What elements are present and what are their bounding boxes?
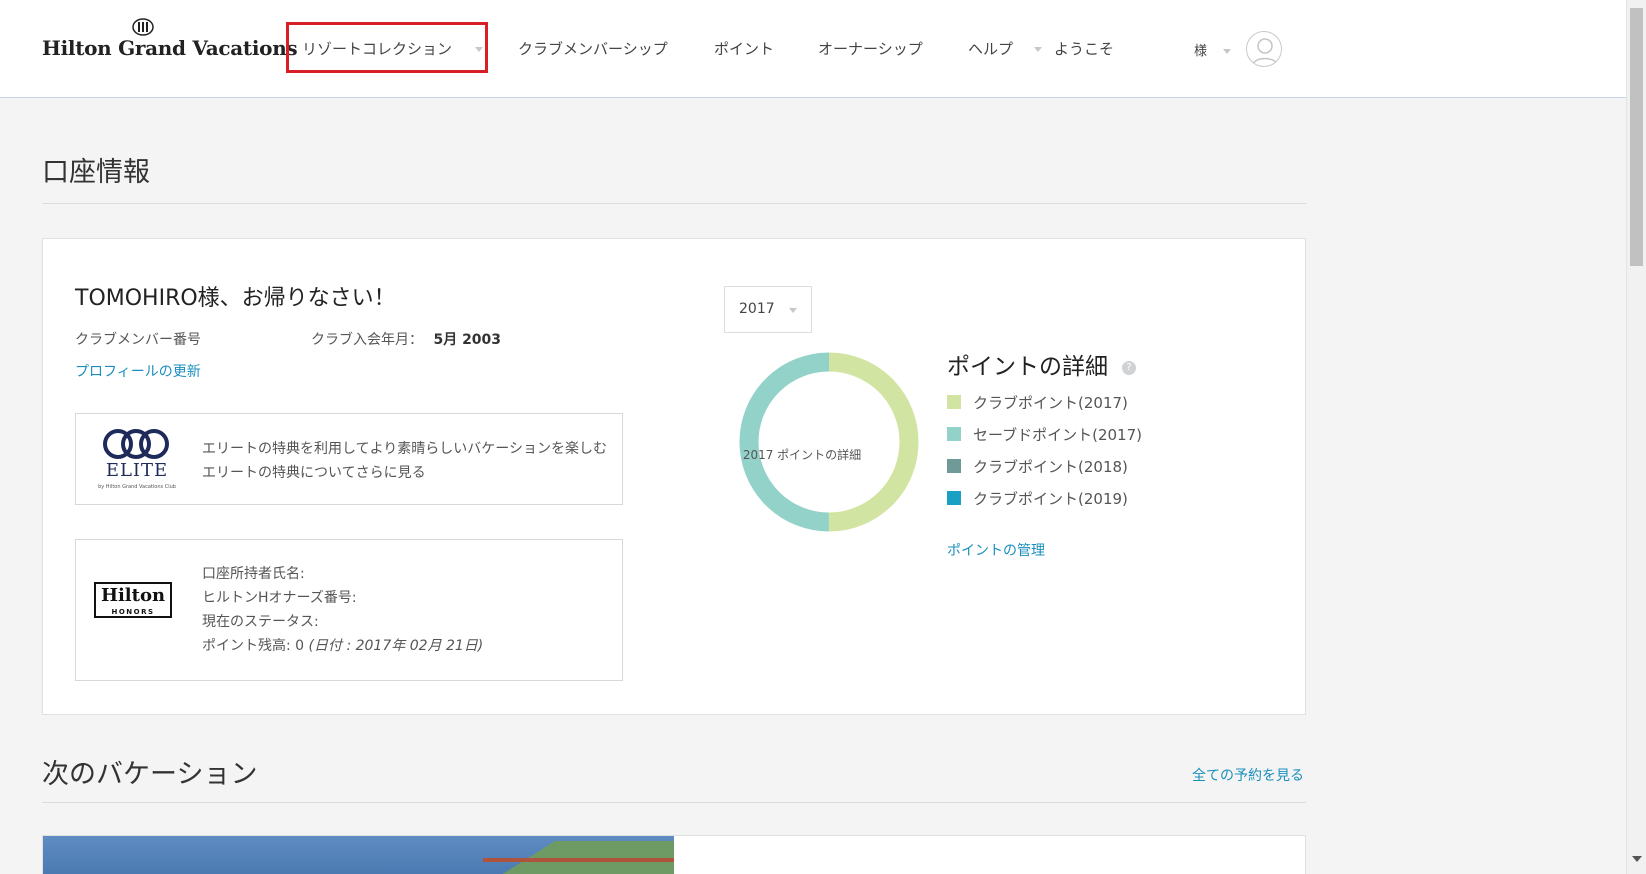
- manage-points-link[interactable]: ポイントの管理: [947, 540, 1045, 560]
- year-select-value: 2017: [739, 301, 775, 317]
- chevron-down-icon: [1033, 47, 1042, 52]
- nav-label: ヘルプ: [968, 40, 1014, 58]
- nav-ownership[interactable]: オーナーシップ: [818, 38, 923, 59]
- holder-name-label: 口座所持者氏名:: [202, 566, 305, 582]
- page-scrollbar[interactable]: [1626, 0, 1646, 874]
- donut-center-label: 2017 ポイントの詳細: [742, 448, 862, 462]
- user-suffix: 様: [1194, 44, 1208, 59]
- nav-resort-collection[interactable]: リゾートコレクション: [302, 38, 483, 59]
- chevron-down-icon: [1223, 49, 1232, 54]
- points-balance: ポイント残高: 0 (日付 : 2017年 02月 21日): [202, 634, 483, 658]
- page-title: 口座情報: [42, 157, 150, 188]
- join-date: クラブ入会年月： 5月 2003: [311, 329, 501, 349]
- elite-description: エリートの特典を利用してより素晴らしいバケーションを楽しむ: [202, 441, 608, 457]
- join-date-value: 5月 2003: [433, 332, 502, 348]
- scroll-down-arrow-icon[interactable]: [1632, 856, 1642, 862]
- status-label: 現在のステータス:: [202, 614, 319, 630]
- elite-emblem-icon: [103, 429, 169, 459]
- member-number-label: クラブメンバー番号: [75, 332, 201, 348]
- logo-text: Hilton Grand Vacations: [42, 36, 298, 60]
- elite-logo-sub: by Hilton Grand Vacations Club: [98, 484, 176, 490]
- legend-swatch: [947, 427, 961, 441]
- greeting-text: TOMOHIRO様、お帰りなさい！: [75, 286, 396, 311]
- elite-logo: ELITE by Hilton Grand Vacations Club: [92, 426, 182, 496]
- points-details-title: ポイントの詳細?: [947, 347, 1136, 381]
- nav-club-membership[interactable]: クラブメンバーシップ: [518, 38, 668, 59]
- vacation-card[interactable]: [42, 835, 1306, 874]
- resort-roof-edge: [483, 858, 674, 862]
- points-donut-chart[interactable]: [731, 344, 927, 540]
- welcome-user-menu[interactable]: ようこそ: [1054, 38, 1114, 59]
- join-date-label: クラブ入会年月：: [311, 332, 423, 348]
- user-suffix-menu[interactable]: 様: [1194, 40, 1232, 59]
- nav-label: オーナーシップ: [818, 40, 923, 58]
- honors-logo-sub: HONORS: [111, 608, 155, 616]
- legend-label: クラブポイント(2019): [973, 490, 1128, 508]
- help-icon[interactable]: ?: [1122, 360, 1136, 375]
- update-profile-link[interactable]: プロフィールの更新: [75, 361, 201, 381]
- user-avatar-icon[interactable]: [1246, 31, 1282, 67]
- legend-item: クラブポイント(2018): [947, 456, 1128, 477]
- hilton-grand-vacations-logo[interactable]: Hilton Grand Vacations: [42, 18, 298, 62]
- vacation-divider: [42, 802, 1306, 803]
- next-vacation-title: 次のバケーション: [42, 759, 258, 790]
- resort-image: [43, 836, 674, 874]
- honors-logo-text: Hilton: [100, 585, 166, 606]
- year-select[interactable]: 2017: [724, 286, 812, 333]
- legend-label: クラブポイント(2017): [973, 394, 1128, 412]
- legend-swatch: [947, 459, 961, 473]
- balance-date: (日付 : 2017年 02月 21日): [308, 638, 484, 654]
- elite-logo-text: ELITE: [105, 460, 169, 481]
- nav-label: リゾートコレクション: [302, 40, 453, 58]
- legend-swatch: [947, 491, 961, 505]
- points-title-text: ポイントの詳細: [947, 354, 1108, 380]
- legend-label: クラブポイント(2018): [973, 458, 1128, 476]
- nav-points[interactable]: ポイント: [714, 38, 774, 59]
- person-icon: [1251, 38, 1279, 66]
- title-divider: [42, 203, 1306, 204]
- chevron-down-icon: [474, 47, 483, 52]
- hilton-emblem-icon: [132, 18, 154, 36]
- chevron-down-icon: [789, 308, 797, 313]
- account-card: TOMOHIRO様、お帰りなさい！ クラブメンバー番号 クラブ入会年月： 5月 …: [42, 238, 1306, 715]
- legend-swatch: [947, 395, 961, 409]
- elite-benefits-link[interactable]: エリートの特典についてさらに見る: [202, 461, 426, 485]
- hilton-honors-logo: Hilton HONORS: [94, 582, 172, 618]
- nav-label: ポイント: [714, 40, 775, 58]
- legend-item: クラブポイント(2019): [947, 488, 1128, 509]
- welcome-label: ようこそ: [1054, 40, 1115, 58]
- nav-label: クラブメンバーシップ: [518, 40, 668, 58]
- scrollbar-thumb[interactable]: [1630, 8, 1643, 266]
- legend-item: セーブドポイント(2017): [947, 424, 1142, 445]
- site-header: Hilton Grand Vacations リゾートコレクション クラブメンバ…: [0, 0, 1626, 98]
- nav-help[interactable]: ヘルプ: [968, 38, 1042, 59]
- balance-label: ポイント残高: 0: [202, 638, 305, 654]
- elite-box: ELITE by Hilton Grand Vacations Club エリー…: [75, 413, 623, 505]
- hilton-honors-box: Hilton HONORS 口座所持者氏名: ヒルトンHオナーズ番号: 現在のス…: [75, 539, 623, 681]
- legend-item: クラブポイント(2017): [947, 392, 1128, 413]
- see-all-reservations-link[interactable]: 全ての予約を見る: [1192, 765, 1304, 785]
- honors-number-label: ヒルトンHオナーズ番号:: [202, 590, 357, 606]
- legend-label: セーブドポイント(2017): [973, 426, 1142, 444]
